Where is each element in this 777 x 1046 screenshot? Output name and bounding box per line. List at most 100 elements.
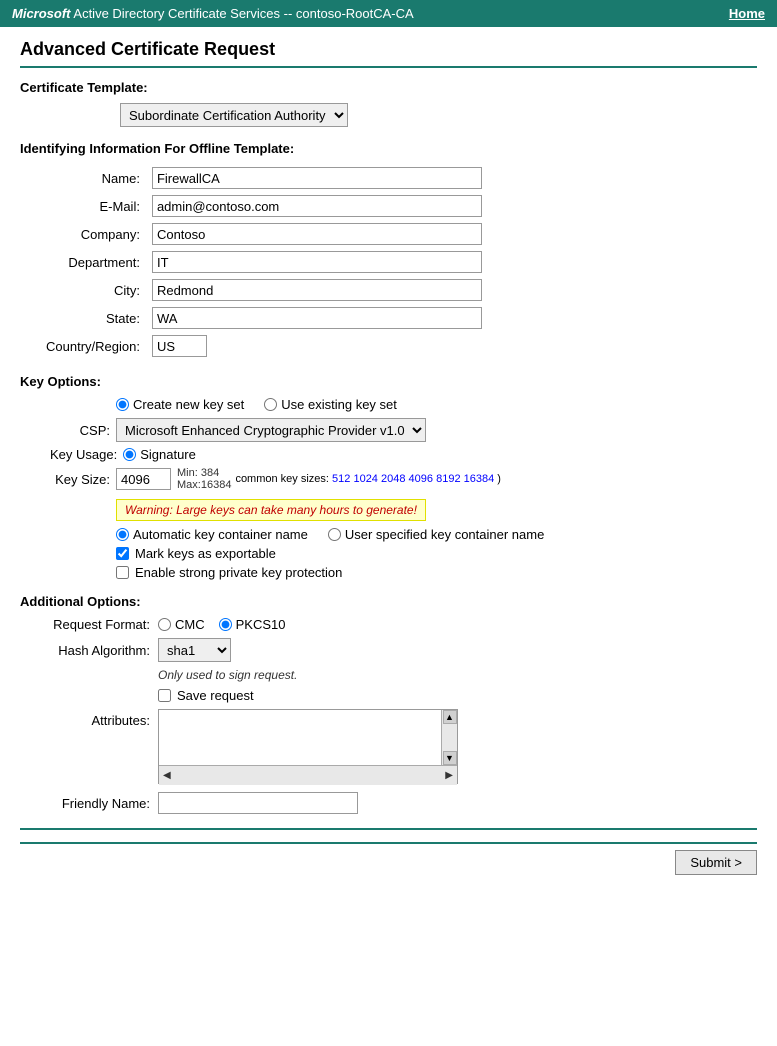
key-options-inner: Create new key set Use existing key set …	[40, 397, 757, 580]
csp-row: CSP: Microsoft Enhanced Cryptographic Pr…	[50, 418, 757, 442]
hash-algorithm-select[interactable]: sha1 sha256 sha384 sha512	[158, 638, 231, 662]
create-new-keyset-radio[interactable]	[116, 398, 129, 411]
additional-options-label: Additional Options:	[20, 594, 757, 609]
cmc-label[interactable]: CMC	[158, 617, 205, 632]
friendly-name-row: Friendly Name:	[40, 792, 757, 814]
use-existing-keyset-label[interactable]: Use existing key set	[264, 397, 397, 412]
key-options-section: Key Options: Create new key set Use exis…	[20, 374, 757, 580]
email-label: E-Mail:	[40, 192, 146, 220]
name-input[interactable]	[152, 167, 482, 189]
identifying-info-section: Identifying Information For Offline Temp…	[20, 141, 757, 360]
horizontal-scrollbar[interactable]: ◀ ▶	[159, 765, 457, 785]
pkcs10-text: PKCS10	[236, 617, 286, 632]
header-title: Microsoft Active Directory Certificate S…	[12, 6, 414, 21]
cmc-text: CMC	[175, 617, 205, 632]
scroll-up-btn[interactable]: ▲	[443, 710, 457, 724]
use-existing-keyset-radio[interactable]	[264, 398, 277, 411]
key-usage-radio[interactable]	[123, 448, 136, 461]
attributes-textarea[interactable]	[159, 710, 457, 765]
additional-options-inner: Request Format: CMC PKCS10 Hash Algorith…	[40, 617, 757, 814]
auto-container-radio[interactable]	[116, 528, 129, 541]
table-row: State:	[40, 304, 488, 332]
key-size-2048-link[interactable]: 2048	[381, 473, 405, 485]
min-value: 384	[201, 467, 219, 479]
key-size-1024-link[interactable]: 1024	[353, 473, 377, 485]
vertical-scrollbar[interactable]: ▲ ▼	[441, 710, 457, 765]
email-input[interactable]	[152, 195, 482, 217]
scroll-left-btn[interactable]: ◀	[163, 770, 171, 781]
strong-protection-row: Enable strong private key protection	[116, 565, 757, 580]
common-sizes-label: common key sizes:	[235, 473, 329, 485]
main-content: Advanced Certificate Request Certificate…	[0, 27, 777, 887]
state-label: State:	[40, 304, 146, 332]
auto-container-text: Automatic key container name	[133, 527, 308, 542]
city-field	[146, 276, 488, 304]
max-value: 16384	[201, 479, 232, 491]
country-input[interactable]	[152, 335, 207, 357]
company-input[interactable]	[152, 223, 482, 245]
name-field	[146, 164, 488, 192]
friendly-name-input[interactable]	[158, 792, 358, 814]
user-container-text: User specified key container name	[345, 527, 544, 542]
key-size-8192-link[interactable]: 8192	[436, 473, 460, 485]
csp-select[interactable]: Microsoft Enhanced Cryptographic Provide…	[116, 418, 426, 442]
submit-row: Submit >	[20, 842, 757, 875]
cert-template-select[interactable]: Subordinate Certification Authority	[120, 103, 348, 127]
create-new-keyset-label[interactable]: Create new key set	[116, 397, 244, 412]
key-set-row: Create new key set Use existing key set	[116, 397, 757, 412]
pkcs10-label[interactable]: PKCS10	[219, 617, 286, 632]
friendly-name-label: Friendly Name:	[40, 796, 150, 811]
key-size-minmax: Min: 384 Max:16384	[177, 467, 231, 491]
user-container-radio[interactable]	[328, 528, 341, 541]
cert-template-label: Certificate Template:	[20, 80, 757, 95]
hash-note: Only used to sign request.	[158, 668, 757, 682]
scroll-down-btn[interactable]: ▼	[443, 751, 457, 765]
key-size-512-link[interactable]: 512	[332, 473, 350, 485]
save-request-checkbox[interactable]	[158, 689, 171, 702]
top-divider	[20, 66, 757, 68]
key-size-input[interactable]	[116, 468, 171, 490]
app-name: Microsoft	[12, 6, 71, 21]
department-input[interactable]	[152, 251, 482, 273]
company-field	[146, 220, 488, 248]
home-link[interactable]: Home	[729, 6, 765, 21]
hash-algorithm-label: Hash Algorithm:	[40, 643, 150, 658]
pkcs10-radio[interactable]	[219, 618, 232, 631]
email-field	[146, 192, 488, 220]
cmc-radio[interactable]	[158, 618, 171, 631]
key-options-label: Key Options:	[20, 374, 757, 389]
auto-container-label[interactable]: Automatic key container name	[116, 527, 308, 542]
city-input[interactable]	[152, 279, 482, 301]
key-usage-label: Key Usage:	[50, 447, 117, 462]
attributes-row: Attributes: ▲ ▼ ◀ ▶	[40, 709, 757, 784]
mark-exportable-checkbox[interactable]	[116, 547, 129, 560]
key-usage-row: Key Usage: Signature	[50, 447, 757, 462]
department-field	[146, 248, 488, 276]
header-separator: --	[280, 6, 296, 21]
request-format-label: Request Format:	[40, 617, 150, 632]
header: Microsoft Active Directory Certificate S…	[0, 0, 777, 27]
key-size-4096-link[interactable]: 4096	[409, 473, 433, 485]
min-label: Min:	[177, 467, 198, 479]
submit-button[interactable]: Submit >	[675, 850, 757, 875]
strong-protection-checkbox[interactable]	[116, 566, 129, 579]
key-size-label: Key Size:	[50, 472, 110, 487]
key-size-16384-link[interactable]: 16384	[464, 473, 495, 485]
container-name-row: Automatic key container name User specif…	[116, 527, 757, 542]
key-size-links: common key sizes: 512 1024 2048 4096 819…	[235, 473, 501, 485]
department-label: Department:	[40, 248, 146, 276]
country-field	[146, 332, 488, 360]
cert-template-section: Certificate Template: Subordinate Certif…	[20, 80, 757, 127]
app-rest: Active Directory Certificate Services	[71, 6, 281, 21]
page-title: Advanced Certificate Request	[20, 39, 757, 60]
table-row: Country/Region:	[40, 332, 488, 360]
scroll-right-btn[interactable]: ▶	[445, 770, 453, 781]
identifying-info-label: Identifying Information For Offline Temp…	[20, 141, 757, 156]
hash-algorithm-row: Hash Algorithm: sha1 sha256 sha384 sha51…	[40, 638, 757, 662]
state-input[interactable]	[152, 307, 482, 329]
warning-box: Warning: Large keys can take many hours …	[40, 495, 757, 527]
user-container-label[interactable]: User specified key container name	[328, 527, 544, 542]
save-request-label: Save request	[177, 688, 254, 703]
max-label: Max:	[177, 479, 201, 491]
attributes-inner: ▲ ▼	[159, 710, 457, 765]
